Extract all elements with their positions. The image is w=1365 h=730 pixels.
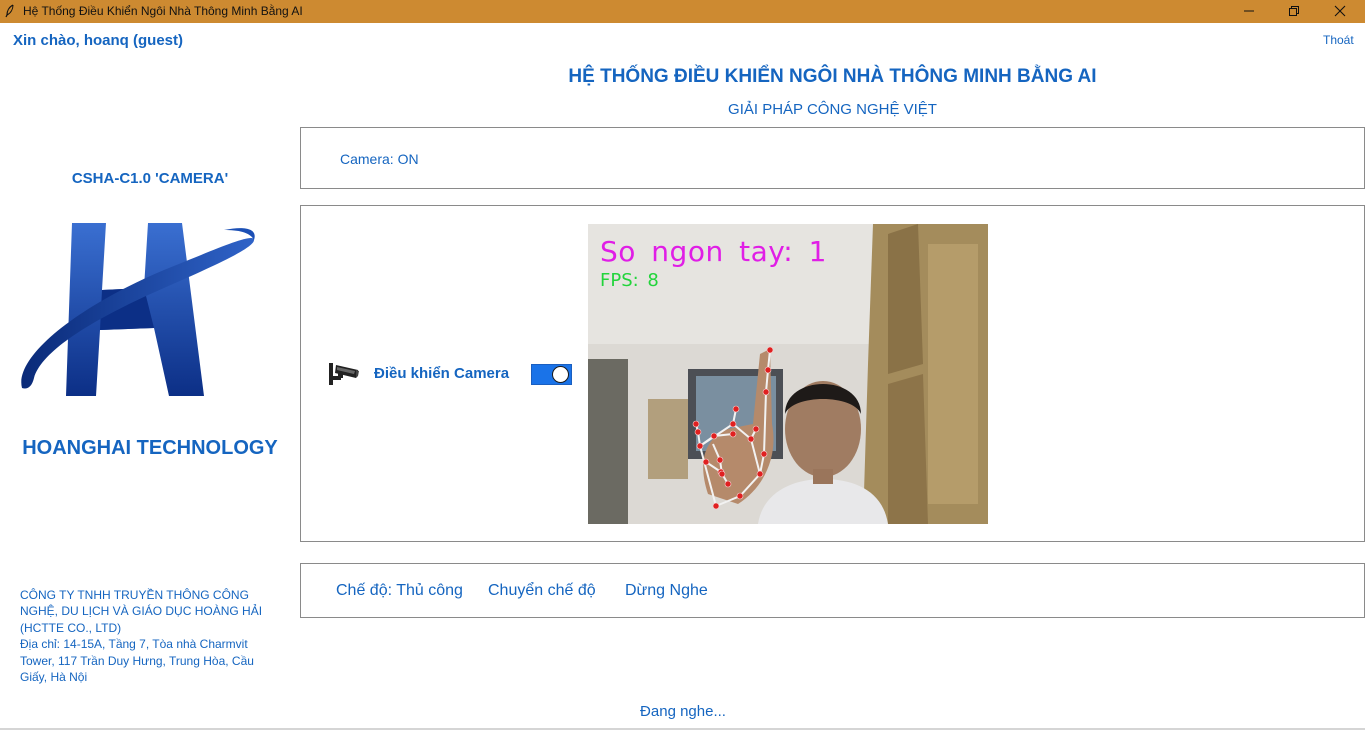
feather-icon	[5, 4, 14, 18]
logout-link[interactable]: Thoát	[1323, 33, 1354, 47]
switch-mode-button[interactable]: Chuyển chế độ	[488, 582, 596, 600]
close-button[interactable]	[1318, 0, 1364, 23]
company-logo-icon	[21, 223, 255, 396]
camera-status-panel: Camera: ON	[300, 127, 1365, 189]
current-mode-label: Chế độ: Thủ công	[336, 582, 463, 599]
window-titlebar[interactable]: Hệ Thống Điều Khiển Ngôi Nhà Thông Minh …	[0, 0, 1365, 23]
camera-control-label: Điều khiển Camera	[374, 365, 510, 382]
minimize-button[interactable]	[1227, 0, 1273, 23]
page-title: HỆ THỐNG ĐIỀU KHIỂN NGÔI NHÀ THÔNG MINH …	[568, 66, 1097, 87]
restore-icon	[1289, 6, 1299, 16]
cctv-camera-icon	[329, 363, 359, 385]
company-info: CÔNG TY TNHH TRUYỀN THÔNG CÔNG NGHỆ, DU …	[20, 587, 285, 685]
close-icon	[1334, 5, 1346, 17]
fps-overlay: FPS: 8	[600, 270, 659, 291]
stop-listening-button[interactable]: Dừng Nghe	[625, 582, 708, 600]
window-title: Hệ Thống Điều Khiển Ngôi Nhà Thông Minh …	[23, 4, 303, 18]
company-line: CÔNG TY TNHH TRUYỀN THÔNG CÔNG	[20, 588, 249, 602]
company-address-line: Giấy, Hà Nội	[20, 670, 88, 685]
toggle-knob	[552, 366, 569, 383]
company-address-line: Tower, 117 Trần Duy Hưng, Trung Hòa, Cầu	[20, 653, 254, 668]
company-line: NGHỆ, DU LỊCH VÀ GIÁO DỤC HOÀNG HẢI	[20, 604, 263, 619]
listening-status: Đang nghe...	[640, 703, 726, 720]
camera-status-text: Camera: ON	[340, 151, 419, 167]
company-address-line: Địa chỉ: 14-15A, Tầng 7, Tòa nhà Charmvi…	[20, 637, 248, 652]
camera-toggle-switch[interactable]	[531, 364, 572, 385]
restore-button[interactable]	[1272, 0, 1318, 23]
camera-feed: So ngon tay: 1 FPS: 8	[588, 224, 988, 524]
camera-control-panel: Điều khiển Camera So ngon tay: 1 FPS: 8	[300, 205, 1365, 542]
camera-frame-image	[588, 224, 988, 524]
minimize-icon	[1244, 10, 1254, 12]
company-line: (HCTTE CO., LTD)	[20, 620, 122, 635]
page-subtitle: GIẢI PHÁP CÔNG NGHỆ VIỆT	[728, 101, 937, 118]
finger-count-overlay: So ngon tay: 1	[600, 235, 827, 268]
brand-name: HOANGHAI TECHNOLOGY	[22, 437, 278, 459]
mode-panel: Chế độ: Thủ công Chuyển chế độ Dừng Nghe	[300, 563, 1365, 618]
product-name: CSHA-C1.0 'CAMERA'	[71, 170, 229, 187]
user-greeting: Xin chào, hoanq (guest)	[13, 32, 184, 49]
